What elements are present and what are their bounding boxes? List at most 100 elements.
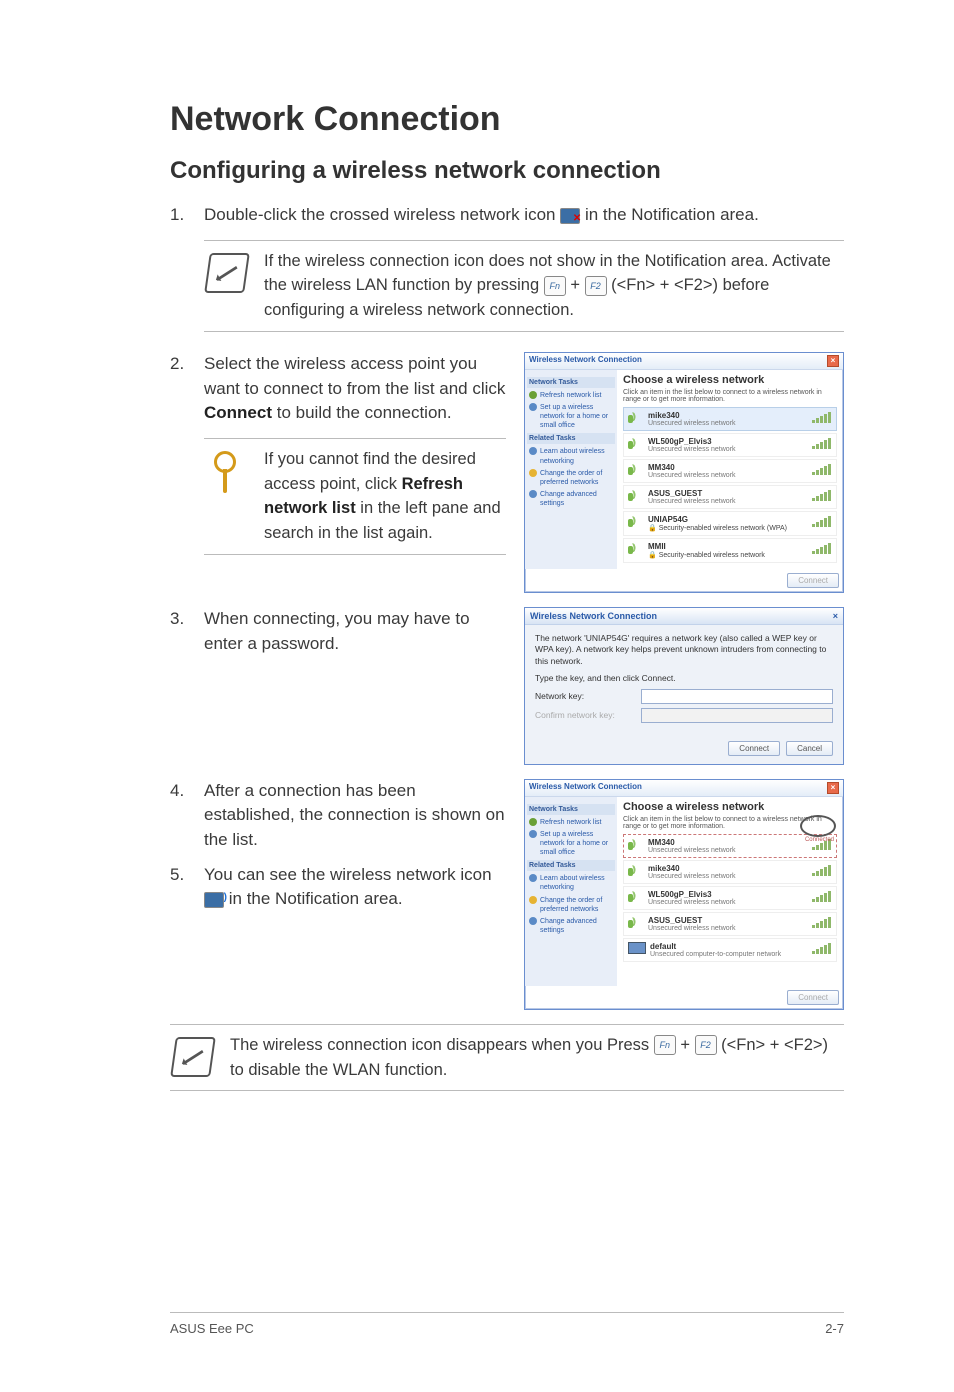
network-desc: Unsecured wireless network [648, 498, 808, 505]
network-desc: Unsecured wireless network [648, 472, 808, 479]
network-row[interactable]: ))mike340Unsecured wireless network [623, 407, 837, 431]
sidebar-header: Network Tasks [527, 377, 615, 388]
network-ssid: default [650, 942, 808, 951]
close-icon[interactable]: × [827, 782, 839, 794]
step-number: 1. [170, 203, 204, 228]
signal-icon: )) [628, 515, 644, 529]
note-enable-wlan: If the wireless connection icon does not… [204, 240, 844, 332]
confirm-key-label: Confirm network key: [535, 710, 635, 721]
fn-key-icon: Fn [654, 1035, 676, 1055]
sidebar-order[interactable]: Change the order of preferred networks [529, 896, 613, 914]
network-ssid: WL500gP_Elvis3 [648, 437, 808, 446]
step-text: in the Notification area. [229, 889, 403, 908]
network-ssid: MM340 [648, 838, 808, 847]
signal-icon: )) [628, 542, 644, 556]
sidebar-setup[interactable]: Set up a wireless network for a home or … [529, 403, 613, 430]
section-heading: Configuring a wireless network connectio… [170, 157, 844, 185]
network-row[interactable]: ))mike340Unsecured wireless network [623, 860, 837, 884]
network-row[interactable]: ))WL500gP_Elvis3Unsecured wireless netwo… [623, 886, 837, 910]
network-desc: Unsecured wireless network [648, 847, 808, 854]
network-key-label: Network key: [535, 691, 635, 702]
signal-icon: )) [628, 411, 644, 425]
signal-icon: )) [628, 437, 644, 451]
sidebar-order[interactable]: Change the order of preferred networks [529, 469, 613, 487]
sidebar-learn[interactable]: Learn about wireless networking [529, 874, 613, 892]
network-row[interactable]: )) MMII🔒Security-enabled wireless network [623, 538, 837, 563]
network-row[interactable]: )) MM340Unsecured wireless network [623, 459, 837, 483]
step-text: to build the connection. [277, 403, 452, 422]
step-number: 3. [170, 607, 204, 656]
network-desc: 🔒Security-enabled wireless network (WPA) [648, 524, 808, 532]
network-desc: Unsecured computer-to-computer network [650, 951, 808, 958]
network-ssid: ASUS_GUEST [648, 916, 808, 925]
signal-icon: )) [628, 838, 644, 852]
sidebar-advanced[interactable]: Change advanced settings [529, 490, 613, 508]
password-dialog: Wireless Network Connection × The networ… [524, 607, 844, 765]
signal-bars-icon [812, 437, 832, 449]
sidebar-refresh[interactable]: Refresh network list [529, 818, 613, 827]
signal-bars-icon [812, 916, 832, 928]
cancel-button[interactable]: Cancel [786, 741, 833, 756]
step-text: When connecting, you may have to enter a… [204, 607, 506, 656]
confirm-key-input[interactable] [641, 708, 833, 723]
wireless-dialog-choose: Wireless Network Connection × Network Ta… [524, 352, 844, 593]
network-ssid: MM340 [648, 463, 808, 472]
network-row[interactable]: defaultUnsecured computer-to-computer ne… [623, 938, 837, 962]
network-desc: 🔒Security-enabled wireless network [648, 551, 808, 559]
network-row[interactable]: ))MM340Unsecured wireless networkConnect… [623, 834, 837, 858]
fn-key-icon: Fn [544, 276, 566, 296]
step-1: 1. Double-click the crossed wireless net… [170, 203, 844, 228]
network-desc: Unsecured wireless network [648, 925, 808, 932]
network-row[interactable]: ))ASUS_GUESTUnsecured wireless network [623, 485, 837, 509]
step-text: in the Notification area. [585, 205, 759, 224]
network-ssid: UNIAP54G [648, 515, 808, 524]
sidebar-header: Related Tasks [527, 860, 615, 871]
signal-bars-icon [812, 489, 832, 501]
close-icon[interactable]: × [827, 355, 839, 367]
password-prompt: Type the key, and then click Connect. [535, 673, 833, 684]
connect-button[interactable]: Connect [787, 573, 839, 588]
window-title: Wireless Network Connection [529, 782, 642, 794]
note-icon [170, 1037, 216, 1077]
signal-icon: )) [628, 916, 644, 930]
sidebar-refresh[interactable]: Refresh network list [529, 391, 613, 400]
network-row[interactable]: )) UNIAP54G🔒Security-enabled wireless net… [623, 511, 837, 536]
connect-button[interactable]: Connect [787, 990, 839, 1005]
network-key-input[interactable] [641, 689, 833, 704]
sidebar-header: Network Tasks [527, 804, 615, 815]
network-desc: Unsecured wireless network [648, 446, 808, 453]
step-4: 4. After a connection has been establish… [170, 779, 506, 853]
password-message: The network 'UNIAP54G' requires a networ… [535, 633, 833, 667]
signal-bars-icon [812, 864, 832, 876]
window-title: Wireless Network Connection [530, 611, 657, 621]
sidebar: Network Tasks Refresh network list Set u… [525, 797, 617, 986]
note-text: The wireless connection icon disappears … [230, 1036, 654, 1054]
signal-icon: )) [628, 489, 644, 503]
f2-key-icon: F2 [585, 276, 607, 296]
wireless-connected-icon [204, 892, 224, 908]
f2-key-icon: F2 [695, 1035, 717, 1055]
sidebar-advanced[interactable]: Change advanced settings [529, 917, 613, 935]
connect-button[interactable]: Connect [728, 741, 780, 756]
signal-bars-icon [812, 463, 832, 475]
wireless-disconnected-icon [560, 208, 580, 224]
signal-icon: )) [628, 890, 644, 904]
sidebar-setup[interactable]: Set up a wireless network for a home or … [529, 830, 613, 857]
network-row[interactable]: )) WL500gP_Elvis3Unsecured wireless netwo… [623, 433, 837, 457]
network-ssid: WL500gP_Elvis3 [648, 890, 808, 899]
signal-bars-icon [812, 942, 832, 954]
close-icon[interactable]: × [833, 611, 838, 621]
footer-page-number: 2-7 [825, 1321, 844, 1336]
signal-icon: )) [628, 463, 644, 477]
note-disable-wlan: The wireless connection icon disappears … [170, 1024, 844, 1092]
note-refresh: If you cannot find the desired access po… [204, 438, 506, 555]
sidebar-learn[interactable]: Learn about wireless networking [529, 447, 613, 465]
wireless-dialog-connected: Wireless Network Connection × Network Ta… [524, 779, 844, 1010]
network-ssid: MMII [648, 542, 808, 551]
network-row[interactable]: )) ASUS_GUESTUnsecured wireless network [623, 912, 837, 936]
computer-icon [628, 942, 646, 954]
step-2: 2. Select the wireless access point you … [170, 352, 506, 426]
sidebar-header: Related Tasks [527, 433, 615, 444]
step-text: After a connection has been established,… [204, 779, 506, 853]
network-ssid: mike340 [648, 411, 808, 420]
